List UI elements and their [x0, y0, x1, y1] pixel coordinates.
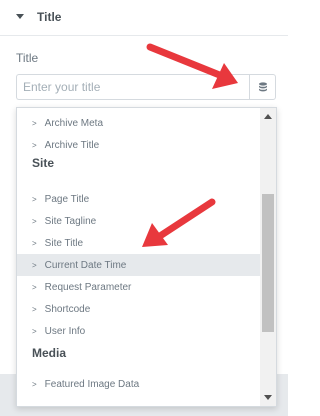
dropdown-item-label: Featured Image Data: [44, 378, 140, 390]
dynamic-tags-dropdown[interactable]: > Archive Meta > Archive Title Site > Page Tit…: [16, 107, 277, 407]
bullet-arrow-icon: >: [32, 216, 37, 226]
dropdown-item[interactable]: > Shortcode: [17, 298, 260, 320]
dropdown-item[interactable]: > Site Title: [17, 232, 260, 254]
dropdown-item[interactable]: > Request Parameter: [17, 276, 260, 298]
scroll-thumb[interactable]: [262, 194, 274, 332]
bullet-arrow-icon: >: [32, 194, 37, 204]
title-input[interactable]: [16, 74, 249, 100]
dropdown-item-label: Page Title: [44, 193, 90, 205]
bullet-arrow-icon: >: [32, 304, 37, 314]
dropdown-item[interactable]: > Archive Title: [17, 134, 260, 156]
dropdown-item[interactable]: > Current Date Time: [17, 254, 260, 276]
dropdown-item-label: Archive Title: [44, 139, 100, 151]
bullet-arrow-icon: >: [32, 238, 37, 248]
section-title: Title: [37, 10, 62, 24]
scroll-down-icon[interactable]: [264, 395, 272, 400]
dropdown-item-label: Shortcode: [44, 303, 91, 315]
dropdown-item[interactable]: > Featured Image Data: [17, 373, 260, 395]
dropdown-item[interactable]: > Site Tagline: [17, 210, 260, 232]
database-icon: [258, 81, 267, 91]
dropdown-item[interactable]: > User Info: [17, 320, 260, 342]
dropdown-item-label: Site Title: [44, 237, 84, 249]
section-header[interactable]: Title: [0, 0, 288, 36]
dropdown-group-label: Media: [32, 346, 67, 360]
dropdown-item[interactable]: > Archive Meta: [17, 112, 260, 134]
bullet-arrow-icon: >: [32, 118, 37, 128]
caret-down-icon: [16, 14, 24, 19]
bullet-arrow-icon: >: [32, 140, 37, 150]
dropdown-item-label: Request Parameter: [44, 281, 132, 293]
dropdown-item[interactable]: > Page Title: [17, 188, 260, 210]
dropdown-item-label: Archive Meta: [44, 117, 104, 129]
dynamic-tags-button[interactable]: [249, 74, 276, 100]
dropdown-scrollbar[interactable]: [260, 108, 276, 406]
dropdown-item-label: Site Tagline: [44, 215, 97, 227]
title-field-label: Title: [16, 51, 39, 65]
dropdown-group-label: Site: [32, 156, 55, 170]
bullet-arrow-icon: >: [32, 379, 37, 389]
bullet-arrow-icon: >: [32, 326, 37, 336]
dropdown-item-label: User Info: [44, 325, 86, 337]
dropdown-item-label: Current Date Time: [44, 259, 127, 271]
bullet-arrow-icon: >: [32, 260, 37, 270]
bullet-arrow-icon: >: [32, 282, 37, 292]
scroll-up-icon[interactable]: [264, 114, 272, 119]
